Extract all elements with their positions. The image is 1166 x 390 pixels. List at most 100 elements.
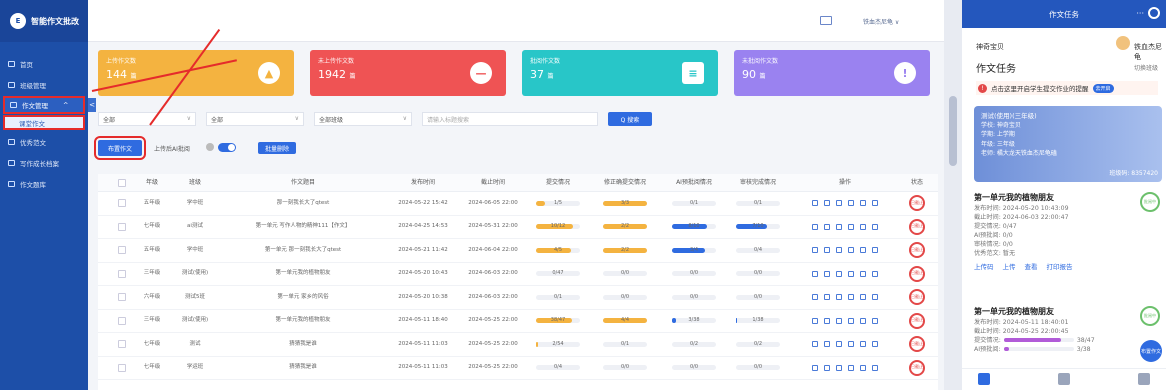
upload-icon[interactable]: [824, 270, 830, 277]
delete-icon[interactable]: [872, 341, 878, 348]
upload-icon[interactable]: [824, 247, 830, 254]
search-input[interactable]: 请输入标题搜索: [422, 112, 598, 126]
checkbox[interactable]: [118, 178, 126, 187]
sidebar-item-class-essay[interactable]: 课堂作文: [3, 115, 85, 130]
search-button[interactable]: Q 搜索: [608, 112, 652, 126]
view-button[interactable]: 查看: [1025, 263, 1038, 272]
checkbox[interactable]: [118, 363, 126, 372]
stats-icon[interactable]: [860, 223, 866, 230]
switch-class-link[interactable]: 切换班级: [1134, 63, 1158, 72]
upload-icon[interactable]: [824, 317, 830, 324]
checkbox[interactable]: [118, 316, 126, 325]
select-all-checkbox[interactable]: [114, 174, 130, 191]
class-select[interactable]: 全部班级 ∨: [314, 112, 412, 126]
qrcode-icon[interactable]: [812, 247, 818, 254]
row-checkbox[interactable]: [114, 310, 130, 333]
table-row[interactable]: 七年级 ai测试 第一单元 写作人物的精神111【作文】 2024-04-25 14:…: [98, 216, 938, 239]
view-icon[interactable]: [836, 200, 842, 207]
edit-icon[interactable]: [848, 294, 854, 301]
edit-icon[interactable]: [848, 247, 854, 254]
qrcode-icon[interactable]: [812, 270, 818, 277]
scrollbar-thumb[interactable]: [949, 96, 957, 166]
edit-icon[interactable]: [848, 223, 854, 230]
stats-icon[interactable]: [860, 317, 866, 324]
view-icon[interactable]: [836, 247, 842, 254]
sidebar-item-model-essay[interactable]: 优秀范文: [0, 133, 88, 151]
reminder-notice[interactable]: ! 点击这里开启学生提交作业的提醒 去开启: [976, 81, 1158, 95]
qrcode-icon[interactable]: [812, 317, 818, 324]
view-icon[interactable]: [836, 364, 842, 371]
view-icon[interactable]: [836, 294, 842, 301]
batch-delete-button[interactable]: 批量删除: [258, 142, 296, 154]
table-row[interactable]: 七年级 学运班 猜猜我是谁 2024-05-11 11:03 2024-05-25 22…: [98, 357, 938, 380]
scrollbar[interactable]: [944, 0, 962, 390]
stats-icon[interactable]: [860, 341, 866, 348]
upload-icon[interactable]: [824, 200, 830, 207]
stats-icon[interactable]: [860, 294, 866, 301]
stats-icon[interactable]: [860, 247, 866, 254]
upload-icon[interactable]: [824, 294, 830, 301]
sidebar-item-home[interactable]: 首页: [0, 55, 88, 73]
qrcode-icon[interactable]: [812, 200, 818, 207]
target-icon[interactable]: [1148, 7, 1160, 19]
table-row[interactable]: 六年级 测试5班 第一单元 家乡的风俗 2024-05-20 10:38 2024-06…: [98, 286, 938, 310]
row-checkbox[interactable]: [114, 286, 130, 309]
mail-icon[interactable]: [820, 16, 832, 25]
edit-icon[interactable]: [848, 317, 854, 324]
upload-icon[interactable]: [824, 364, 830, 371]
checkbox[interactable]: [118, 246, 126, 255]
assign-essay-button[interactable]: 布置作文: [94, 136, 146, 160]
row-checkbox[interactable]: [114, 192, 130, 215]
sidebar-item-class[interactable]: 班级管理: [0, 76, 88, 94]
row-checkbox[interactable]: [114, 239, 130, 262]
table-row[interactable]: 五年级 学中班 第一单元 那一刻我长大了qtest 2024-05-21 11:42 2…: [98, 239, 938, 263]
checkbox[interactable]: [118, 199, 126, 208]
app-logo[interactable]: E 智能作文批改: [0, 0, 88, 42]
stats-icon[interactable]: [860, 200, 866, 207]
edit-icon[interactable]: [848, 364, 854, 371]
sidebar-item-essay-manage[interactable]: 作文管理 ^: [3, 96, 85, 114]
upload-icon[interactable]: [824, 341, 830, 348]
delete-icon[interactable]: [872, 364, 878, 371]
stats-icon[interactable]: [860, 364, 866, 371]
ai-review-toggle[interactable]: [218, 143, 236, 152]
row-checkbox[interactable]: [114, 357, 130, 380]
qrcode-icon[interactable]: [812, 364, 818, 371]
sidebar-item-bank[interactable]: 作文题库: [0, 175, 88, 193]
task-card[interactable]: 第一单元我的植物朋友 批阅中 发布时间: 2024-05-20 10:43:09…: [974, 192, 1162, 272]
user-menu[interactable]: 铁血杰尼龟 ∨: [863, 17, 899, 26]
delete-icon[interactable]: [872, 223, 878, 230]
edit-icon[interactable]: [848, 341, 854, 348]
table-row[interactable]: 五年级 学中班 那一刻我长大了qtest 2024-05-22 15:42 2024-0…: [98, 192, 938, 216]
type-select[interactable]: 全部 ∨: [206, 112, 304, 126]
task-card[interactable]: 第一单元我的植物朋友 批阅中 发布时间: 2024-05-11 18:40:01…: [974, 306, 1162, 355]
upload-code-button[interactable]: 上传码: [974, 263, 994, 272]
delete-icon[interactable]: [872, 270, 878, 277]
document-icon[interactable]: [1058, 373, 1070, 385]
more-icon[interactable]: ···: [1136, 9, 1144, 18]
table-row[interactable]: 三年级 测试(使用) 第一单元我的植物朋友 2024-05-20 10:43 2024-…: [98, 263, 938, 286]
row-checkbox[interactable]: [114, 333, 130, 356]
assign-essay-float-button[interactable]: 布置作文: [1140, 340, 1162, 362]
checkbox[interactable]: [118, 340, 126, 349]
checkbox[interactable]: [118, 222, 126, 231]
upload-icon[interactable]: [824, 223, 830, 230]
qrcode-icon[interactable]: [812, 294, 818, 301]
help-icon[interactable]: [206, 143, 214, 151]
profile-icon[interactable]: [1138, 373, 1150, 385]
edit-icon[interactable]: [848, 270, 854, 277]
avatar[interactable]: [1116, 36, 1130, 50]
upload-button[interactable]: 上传: [1003, 263, 1016, 272]
view-icon[interactable]: [836, 223, 842, 230]
home-icon[interactable]: [978, 373, 990, 385]
delete-icon[interactable]: [872, 317, 878, 324]
checkbox[interactable]: [118, 269, 126, 278]
table-row[interactable]: 三年级 测试(使用) 第一单元我的植物朋友 2024-05-11 18:40 2024-…: [98, 310, 938, 333]
grade-select[interactable]: 全部 ∨: [98, 112, 196, 126]
stats-icon[interactable]: [860, 270, 866, 277]
edit-icon[interactable]: [848, 200, 854, 207]
qrcode-icon[interactable]: [812, 341, 818, 348]
table-row[interactable]: 七年级 测试 猜猜我是谁 2024-05-11 11:03 2024-05-25 22:…: [98, 333, 938, 357]
view-icon[interactable]: [836, 317, 842, 324]
row-checkbox[interactable]: [114, 216, 130, 239]
